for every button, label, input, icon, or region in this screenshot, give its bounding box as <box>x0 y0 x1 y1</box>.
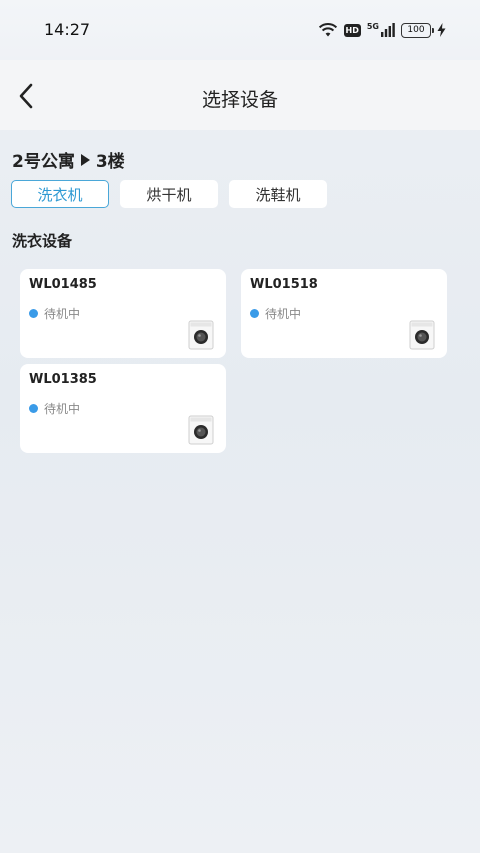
hd-icon: HD <box>343 23 361 37</box>
tab-dryer[interactable]: 烘干机 <box>120 180 218 208</box>
status-dot <box>29 309 38 318</box>
battery-icon: 100 <box>401 22 434 38</box>
status-dot <box>29 404 38 413</box>
device-status-label: 待机中 <box>44 402 81 416</box>
device-type-tabs: 洗衣机 烘干机 洗鞋机 <box>11 180 327 208</box>
tab-shoe-washer[interactable]: 洗鞋机 <box>229 180 327 208</box>
status-bar: 14:27 HD 5G 100 <box>0 0 480 60</box>
washing-machine-icon <box>409 320 435 350</box>
device-status-label: 待机中 <box>265 307 302 321</box>
device-card[interactable]: WL01485 待机中 <box>20 269 226 358</box>
status-time: 14:27 <box>44 20 91 39</box>
device-status: 待机中 <box>29 400 80 417</box>
device-id: WL01518 <box>250 277 318 292</box>
section-title: 洗衣设备 <box>12 232 73 250</box>
device-id: WL01385 <box>29 372 97 387</box>
status-dot <box>250 309 259 318</box>
status-icons: HD 5G 100 <box>318 20 446 40</box>
device-id: WL01485 <box>29 277 97 292</box>
device-card[interactable]: WL01518 待机中 <box>241 269 447 358</box>
device-card[interactable]: WL01385 待机中 <box>20 364 226 453</box>
triangle-right-icon <box>80 153 90 166</box>
washing-machine-icon <box>188 320 214 350</box>
tab-washer[interactable]: 洗衣机 <box>11 180 109 208</box>
network-type-label: 5G <box>366 22 379 31</box>
location-breadcrumb: 2号公寓 3楼 <box>12 147 125 172</box>
building-label: 2号公寓 <box>12 152 75 172</box>
device-status: 待机中 <box>29 305 80 322</box>
device-status-label: 待机中 <box>44 307 81 321</box>
navigation-bar: 选择设备 <box>0 60 480 130</box>
signal-bars-icon <box>381 23 395 37</box>
charging-icon <box>437 23 446 37</box>
floor-label: 3楼 <box>95 152 125 172</box>
wifi-icon <box>318 23 337 37</box>
washing-machine-icon <box>188 415 214 445</box>
page-title: 选择设备 <box>201 89 278 111</box>
device-status: 待机中 <box>250 305 301 322</box>
battery-level: 100 <box>407 25 425 35</box>
signal-5g-icon: 5G <box>367 23 395 37</box>
